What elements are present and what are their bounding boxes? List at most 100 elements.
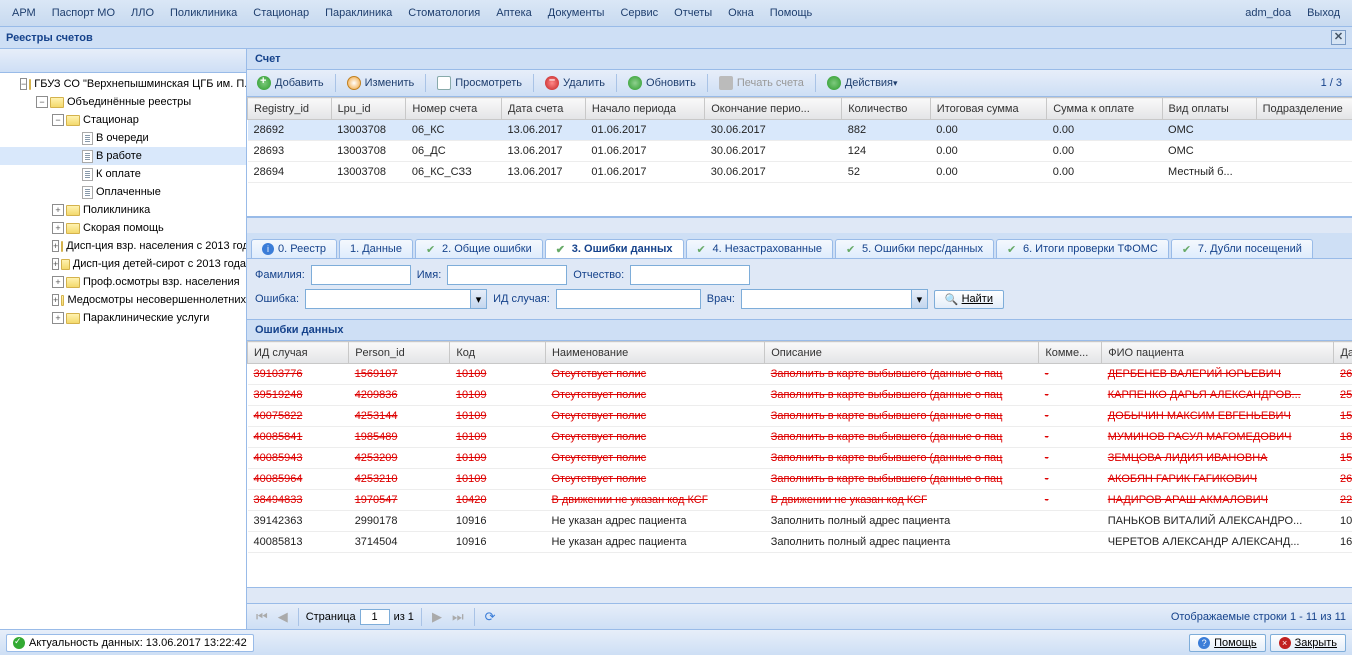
column-header[interactable]: ИД случая [248,342,349,364]
column-header[interactable]: Registry_id [248,98,332,120]
error-combo-trigger[interactable]: ▾ [470,289,487,309]
refresh-button[interactable]: Обновить [622,74,702,92]
page-input[interactable] [360,609,390,625]
tree-ambulance[interactable]: +Скорая помощь [0,219,246,237]
tree-hospital[interactable]: −Стационар [0,111,246,129]
tree-paid[interactable]: Оплаченные [0,183,246,201]
view-button[interactable]: Просмотреть [431,74,528,92]
refresh-page-button[interactable]: ⟳ [482,607,499,627]
tab[interactable]: 1. Данные [339,239,413,258]
next-page-button[interactable]: ▶ [429,607,445,627]
menu-paraclinic[interactable]: Параклиника [317,3,400,23]
column-header[interactable]: Подразделение [1256,98,1352,120]
tree-disp-adult[interactable]: +Дисп-ция взр. населения с 2013 года [0,237,246,255]
expand-icon[interactable]: + [52,222,64,234]
menu-hospital[interactable]: Стационар [245,3,317,23]
close-button[interactable]: ×Закрыть [1270,634,1346,652]
window-close-button[interactable]: ✕ [1331,30,1346,45]
tree-working[interactable]: В работе [0,147,246,165]
case-input[interactable] [556,289,701,309]
column-header[interactable]: Lpu_id [331,98,406,120]
table-row[interactable]: 40085813371450410916Не указан адрес паци… [248,532,1352,553]
expand-icon[interactable]: + [52,276,64,288]
column-header[interactable]: Сумма к оплате [1047,98,1162,120]
tab[interactable]: ✔6. Итоги проверки ТФОМС [996,239,1169,258]
tree-polyclinic[interactable]: +Поликлиника [0,201,246,219]
tab[interactable]: i0. Реестр [251,239,337,258]
table-row[interactable]: 39103776156910710109Отсутствует полисЗап… [248,364,1352,385]
expand-icon[interactable]: + [52,312,64,324]
column-header[interactable]: Наименование [545,342,764,364]
table-row[interactable]: 39519248420983610109Отсутствует полисЗап… [248,385,1352,406]
doctor-combo[interactable] [741,289,911,309]
patronymic-input[interactable] [630,265,750,285]
collapse-icon[interactable]: − [36,96,48,108]
column-header[interactable]: Количество [842,98,931,120]
column-header[interactable]: Вид оплаты [1162,98,1256,120]
add-button[interactable]: Добавить [251,74,330,92]
column-header[interactable]: Начало периода [585,98,704,120]
find-button[interactable]: 🔍Найти [934,290,1004,309]
menu-user[interactable]: adm_doa [1237,3,1299,23]
expand-icon[interactable]: + [52,294,59,306]
tree-queue[interactable]: В очереди [0,129,246,147]
column-header[interactable]: Код [450,342,546,364]
tab[interactable]: ✔4. Незастрахованные [686,239,834,258]
prev-page-button[interactable]: ◀ [275,607,291,627]
column-header[interactable]: Итоговая сумма [930,98,1046,120]
column-header[interactable]: Номер счета [406,98,502,120]
menu-polyclinic[interactable]: Поликлиника [162,3,245,23]
last-page-button[interactable]: ⏭ [449,607,467,627]
table-row[interactable]: 38494833197054710420В движении не указан… [248,490,1352,511]
edit-button[interactable]: Изменить [341,74,421,92]
menu-reports[interactable]: Отчеты [666,3,720,23]
tree-topay[interactable]: К оплате [0,165,246,183]
tab[interactable]: ✔7. Дубли посещений [1171,239,1313,258]
accounts-hscroll[interactable] [247,217,1352,233]
column-header[interactable]: Person_id [349,342,450,364]
column-header[interactable]: Дата счета [502,98,586,120]
column-header[interactable]: Дата рождения [1334,342,1352,364]
expand-icon[interactable]: + [52,204,64,216]
menu-pharmacy[interactable]: Аптека [488,3,540,23]
table-row[interactable]: 40085964425321010109Отсутствует полисЗап… [248,469,1352,490]
table-row[interactable]: 286941300370806_КС_СЗЗ13.06.201701.06.20… [248,162,1352,183]
first-page-button[interactable]: ⏮ [253,607,271,627]
column-header[interactable]: Окончание перио... [705,98,842,120]
table-row[interactable]: 286931300370806_ДС13.06.201701.06.201730… [248,141,1352,162]
tab[interactable]: ✔3. Ошибки данных [545,239,684,258]
tree-minor[interactable]: +Медосмотры несовершеннолетних [0,291,246,309]
column-header[interactable]: ФИО пациента [1102,342,1334,364]
name-input[interactable] [447,265,567,285]
expand-icon[interactable]: + [52,258,59,270]
table-row[interactable]: 286921300370806_КС13.06.201701.06.201730… [248,120,1352,141]
menu-llo[interactable]: ЛЛО [123,3,162,23]
sidebar-hscroll[interactable] [0,613,246,629]
collapse-icon[interactable]: − [20,78,27,90]
tree-disp-orphan[interactable]: +Дисп-ция детей-сирот с 2013 года [0,255,246,273]
surname-input[interactable] [311,265,411,285]
tree-root[interactable]: −ГБУЗ СО "Верхнепышминская ЦГБ им. П... [0,75,246,93]
tree-prof[interactable]: +Проф.осмотры взр. населения [0,273,246,291]
table-row[interactable]: 39142363299017810916Не указан адрес паци… [248,511,1352,532]
table-row[interactable]: 40075822425314410109Отсутствует полисЗап… [248,406,1352,427]
tree-combined[interactable]: −Объединённые реестры [0,93,246,111]
error-combo[interactable] [305,289,470,309]
doctor-combo-trigger[interactable]: ▾ [911,289,928,309]
menu-documents[interactable]: Документы [540,3,613,23]
tree-paraclinic[interactable]: +Параклинические услуги [0,309,246,327]
tab[interactable]: ✔2. Общие ошибки [415,239,543,258]
column-header[interactable]: Комме... [1039,342,1102,364]
table-row[interactable]: 40085841198548910109Отсутствует полисЗап… [248,427,1352,448]
menu-windows[interactable]: Окна [720,3,762,23]
expand-icon[interactable]: + [52,240,59,252]
menu-passport[interactable]: Паспорт МО [44,3,123,23]
menu-dentistry[interactable]: Стоматология [400,3,488,23]
delete-button[interactable]: Удалить [539,74,611,92]
table-row[interactable]: 40085943425320910109Отсутствует полисЗап… [248,448,1352,469]
tab[interactable]: ✔5. Ошибки перс/данных [835,239,994,258]
menu-exit[interactable]: Выход [1299,3,1348,23]
help-button[interactable]: ?Помощь [1189,634,1266,652]
menu-arm[interactable]: АРМ [4,3,44,23]
collapse-icon[interactable]: − [52,114,64,126]
